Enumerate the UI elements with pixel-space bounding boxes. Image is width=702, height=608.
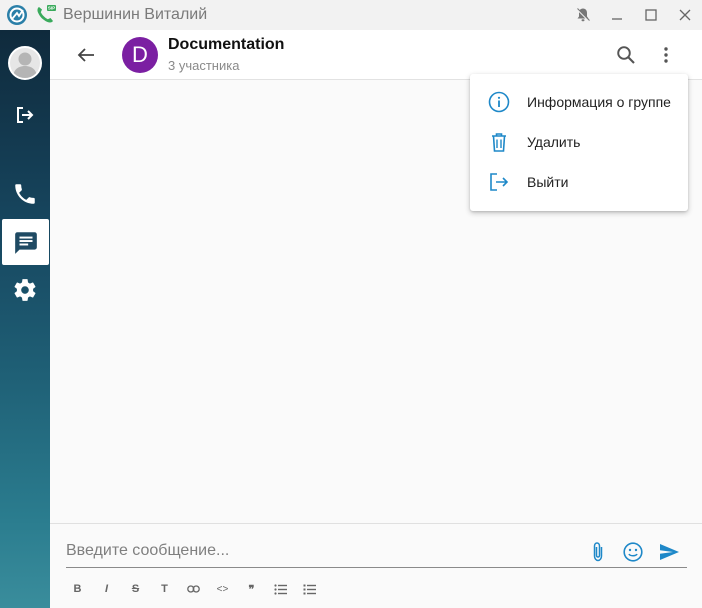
format-italic-button[interactable]: I <box>99 581 114 597</box>
formatting-toolbar: B I S T <> ❞ <box>70 581 331 597</box>
group-avatar[interactable]: D <box>122 37 158 73</box>
back-button[interactable] <box>74 43 98 67</box>
search-icon <box>617 46 635 64</box>
more-vertical-icon <box>664 47 668 63</box>
sidebar-item-profile[interactable] <box>0 40 50 86</box>
avatar-icon <box>13 52 37 78</box>
menu-item-group-info[interactable]: Информация о группе <box>470 82 688 122</box>
sidebar <box>0 30 50 608</box>
format-heading-button[interactable]: T <box>157 581 172 597</box>
link-icon <box>187 585 200 593</box>
chat-icon <box>14 232 37 254</box>
menu-item-exit[interactable]: Выйти <box>470 162 688 202</box>
send-icon <box>660 544 679 560</box>
chat-header: D Documentation 3 участника <box>50 30 702 80</box>
trash-icon <box>487 130 511 154</box>
message-composer: B I S T <> ❞ <box>50 523 702 608</box>
app-window: SIP Вершинин Виталий D Documentation 3 у… <box>0 0 702 608</box>
minimize-button[interactable] <box>600 0 634 30</box>
input-underline <box>66 567 687 568</box>
maximize-button[interactable] <box>634 0 668 30</box>
notifications-button[interactable] <box>566 0 600 30</box>
format-link-button[interactable] <box>186 581 201 597</box>
exit-icon <box>487 170 511 194</box>
message-input[interactable] <box>66 538 586 564</box>
search-button[interactable] <box>614 43 638 67</box>
app-logo-icon <box>7 5 27 25</box>
format-code-button[interactable]: <> <box>215 581 230 597</box>
paperclip-icon <box>593 542 603 562</box>
numbered-list-icon <box>303 584 316 594</box>
format-numbered-list-button[interactable] <box>302 581 317 597</box>
sidebar-item-calls[interactable] <box>0 171 50 217</box>
format-strikethrough-button[interactable]: S <box>128 581 143 597</box>
avatar <box>8 46 42 80</box>
format-bullet-list-button[interactable] <box>273 581 288 597</box>
close-button[interactable] <box>668 0 702 30</box>
more-options-button[interactable] <box>656 43 676 67</box>
group-options-menu: Информация о группе Удалить Выйти <box>470 74 688 211</box>
arrow-left-icon <box>77 48 94 62</box>
minimize-icon <box>612 18 622 20</box>
sidebar-item-logout[interactable] <box>0 92 50 138</box>
menu-item-label: Удалить <box>527 134 581 150</box>
bullet-list-icon <box>274 583 287 595</box>
info-icon <box>487 90 511 114</box>
window-controls <box>566 0 702 30</box>
close-icon <box>679 9 691 21</box>
bell-off-icon <box>576 8 590 22</box>
gear-icon <box>14 279 36 301</box>
smiley-icon <box>623 542 643 562</box>
menu-item-label: Информация о группе <box>527 94 671 110</box>
emoji-button[interactable] <box>621 540 645 564</box>
menu-item-delete[interactable]: Удалить <box>470 122 688 162</box>
logout-icon <box>17 107 34 123</box>
format-quote-button[interactable]: ❞ <box>244 581 259 597</box>
svg-text:SIP: SIP <box>48 6 55 11</box>
send-button[interactable] <box>657 540 681 564</box>
sidebar-item-settings[interactable] <box>0 267 50 313</box>
title-bar: SIP Вершинин Виталий <box>0 0 702 30</box>
phone-icon <box>15 184 35 204</box>
sip-phone-icon: SIP <box>37 5 56 23</box>
sidebar-item-chats[interactable] <box>2 219 49 265</box>
window-title: Вершинин Виталий <box>63 6 208 23</box>
participants-count: 3 участника <box>168 58 240 73</box>
maximize-icon <box>645 9 657 21</box>
chat-title: Documentation <box>168 36 285 53</box>
format-bold-button[interactable]: B <box>70 581 85 597</box>
attach-button[interactable] <box>586 540 610 564</box>
menu-item-label: Выйти <box>527 174 569 190</box>
